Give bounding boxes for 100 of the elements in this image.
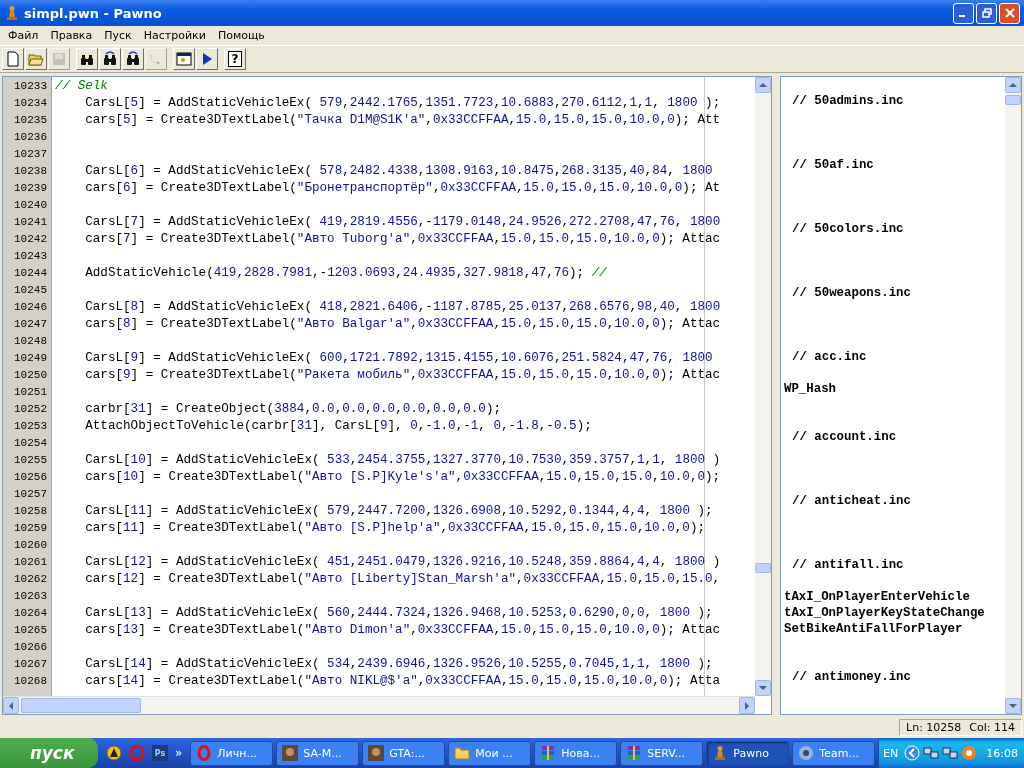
line-number: 10235: [13, 113, 48, 128]
menu-item[interactable]: Помощь: [211, 29, 271, 42]
line-number: 10251: [13, 385, 48, 400]
code-line: CarsL[5] = AddStaticVehicleEx( 579,2442.1765,1351.7723,10.6883,270.6112,1,1, 1800 );: [84, 96, 721, 110]
menu-item[interactable]: Файл: [2, 29, 45, 42]
code-line: CarsL[11] = AddStaticVehicleEx( 579,2447.7200,1326.6908,10.5292,0.1344,4,4, 1800 );: [84, 504, 713, 518]
photoshop-icon[interactable]: Ps: [152, 745, 168, 761]
taskbar-button[interactable]: Личн...: [190, 740, 274, 766]
include-comment[interactable]: // antifall.inc: [784, 557, 904, 573]
minimize-icon: [959, 15, 965, 17]
code-line: // Selk: [55, 79, 108, 93]
window-title: simpl.pwn - Pawno: [24, 5, 163, 21]
line-number: 10245: [13, 283, 48, 298]
code-line: cars[10] = Create3DTextLabel("Авто [S.P]Kyle's'a",0x33CCFFAA,15.0,15.0,15.0,10.0,0);: [84, 470, 721, 484]
include-comment[interactable]: // 50af.inc: [784, 157, 874, 173]
taskbar-button[interactable]: SA-M...: [276, 740, 360, 766]
toolbar-button[interactable]: [173, 48, 195, 70]
chevron-left-icon[interactable]: [904, 745, 921, 761]
line-number: 10242: [13, 232, 48, 247]
picture-icon: [282, 745, 299, 761]
toolbar-button[interactable]: [196, 48, 218, 70]
toolbar-button[interactable]: [122, 48, 144, 70]
code-line: cars[14] = Create3DTextLabel("Авто NIKL@$'a",0x33CCFFAA,15.0,15.0,15.0,10.0,0); Atta: [84, 674, 721, 688]
code-line: cars[11] = Create3DTextLabel("Авто [S.P]help'a",0x33CCFFAA,15.0,15.0,15.0,10.0,0);: [84, 521, 706, 535]
ring-icon[interactable]: [961, 745, 978, 761]
left-arrow-icon: [7, 701, 15, 710]
line-number: 10246: [13, 300, 48, 315]
picture-icon: [368, 745, 385, 761]
line-number: 10259: [13, 521, 48, 536]
line-number: 10238: [13, 164, 48, 179]
include-comment[interactable]: // 50weapons.inc: [784, 285, 911, 301]
menu-item[interactable]: Пуск: [98, 29, 138, 42]
line-number: 10253: [13, 419, 48, 434]
pawn-figure-icon: [4, 5, 20, 21]
line-number: 10250: [13, 368, 48, 383]
include-comment[interactable]: // antimoney.inc: [784, 669, 911, 685]
code-line: AddStaticVehicle(419,2828.7981,-1203.0693,24.4935,327.9818,47,76); //: [84, 266, 607, 280]
network-icon[interactable]: [923, 745, 940, 761]
window-icon: [176, 51, 192, 67]
column-status: Col: 114: [969, 721, 1015, 734]
function-name[interactable]: SetBikeAntiFallForPlayer: [784, 621, 963, 637]
line-number: 10267: [13, 657, 48, 672]
line-number: 10243: [13, 249, 48, 264]
line-number: 10255: [13, 453, 48, 468]
menu-item[interactable]: Правка: [44, 29, 99, 42]
network-icon[interactable]: [942, 745, 959, 761]
include-comment[interactable]: // anticheat.inc: [784, 493, 911, 509]
minimize-button[interactable]: [953, 2, 974, 24]
line-number: 10266: [13, 640, 48, 655]
new-file-icon: [5, 51, 21, 67]
up-arrow-icon: [759, 81, 767, 89]
menu-item[interactable]: Настройки: [137, 29, 212, 42]
vertical-scrollbar[interactable]: [755, 77, 771, 696]
include-comment[interactable]: // 50colors.inc: [784, 221, 904, 237]
line-number: 10264: [13, 606, 48, 621]
toolbar-button[interactable]: [99, 48, 121, 70]
binoculars-icon: [102, 51, 118, 67]
folder-icon: [454, 745, 471, 761]
line-number: 10263: [13, 589, 48, 604]
restore-button[interactable]: [976, 2, 997, 24]
code-line: cars[9] = Create3DTextLabel("Ракета мобиль",0x33CCFFAA,15.0,15.0,15.0,10.0,0); Attac: [84, 368, 721, 382]
line-number: 10257: [13, 487, 48, 502]
horizontal-scrollbar[interactable]: [3, 696, 755, 714]
line-number: 10239: [13, 181, 48, 196]
taskbar-button[interactable]: Мои ...: [448, 740, 532, 766]
line-number: 10262: [13, 572, 48, 587]
line-number: 10240: [13, 198, 48, 213]
taskbar-button[interactable]: GTA:...: [362, 740, 446, 766]
line-number: 10241: [13, 215, 48, 230]
vertical-scrollbar[interactable]: [1005, 77, 1021, 714]
right-arrow-icon: [743, 701, 751, 710]
taskbar-button[interactable]: Pawno: [706, 740, 790, 766]
code-line: CarsL[12] = AddStaticVehicleEx( 451,2451.0479,1326.9216,10.5248,359.8864,4,4, 1800 ): [84, 555, 721, 569]
close-button[interactable]: [999, 2, 1020, 24]
code-line: CarsL[13] = AddStaticVehicleEx( 560,2444.7324,1326.9468,10.5253,0.6290,0,0, 1800 );: [84, 606, 713, 620]
close-icon: [1004, 8, 1015, 18]
taskbar-button[interactable]: Нова...: [534, 740, 618, 766]
function-name[interactable]: tAxI_OnPlayerKeyStateChange: [784, 605, 985, 621]
help-button[interactable]: ?: [224, 48, 246, 70]
opera-icon: [196, 745, 213, 761]
code-line: carbr[31] = CreateObject(3884,0.0,0.0,0.0,0.0,0.0,0.0);: [84, 402, 502, 416]
taskbar-button[interactable]: Team...: [792, 740, 876, 766]
scrollbar-thumb[interactable]: [755, 563, 771, 573]
overflow-chevron[interactable]: »: [175, 746, 183, 760]
code-line: CarsL[9] = AddStaticVehicleEx( 600,1721.7892,1315.4155,10.6076,251.5824,47,76, 1800: [84, 351, 713, 365]
line-number: 10258: [13, 504, 48, 519]
archive-icon: [626, 745, 643, 761]
toolbar-button[interactable]: [76, 48, 98, 70]
scrollbar-thumb[interactable]: [21, 698, 141, 713]
code-line: cars[8] = Create3DTextLabel("Авто Balgar'a",0x33CCFFAA,15.0,15.0,15.0,10.0,0); Attac: [84, 317, 721, 331]
scrollbar-thumb[interactable]: [1005, 95, 1021, 105]
clock: 16:08: [986, 746, 1018, 760]
include-comment[interactable]: // acc.inc: [784, 349, 867, 365]
binoculars-icon: [125, 51, 141, 67]
function-name[interactable]: WP_Hash: [784, 381, 837, 397]
function-name[interactable]: tAxI_OnPlayerEnterVehicle: [784, 589, 970, 605]
include-comment[interactable]: // account.inc: [784, 429, 897, 445]
taskbar-button[interactable]: SERV...: [620, 740, 704, 766]
include-comment[interactable]: // 50admins.inc: [784, 93, 904, 109]
line-number: 10247: [13, 317, 48, 332]
